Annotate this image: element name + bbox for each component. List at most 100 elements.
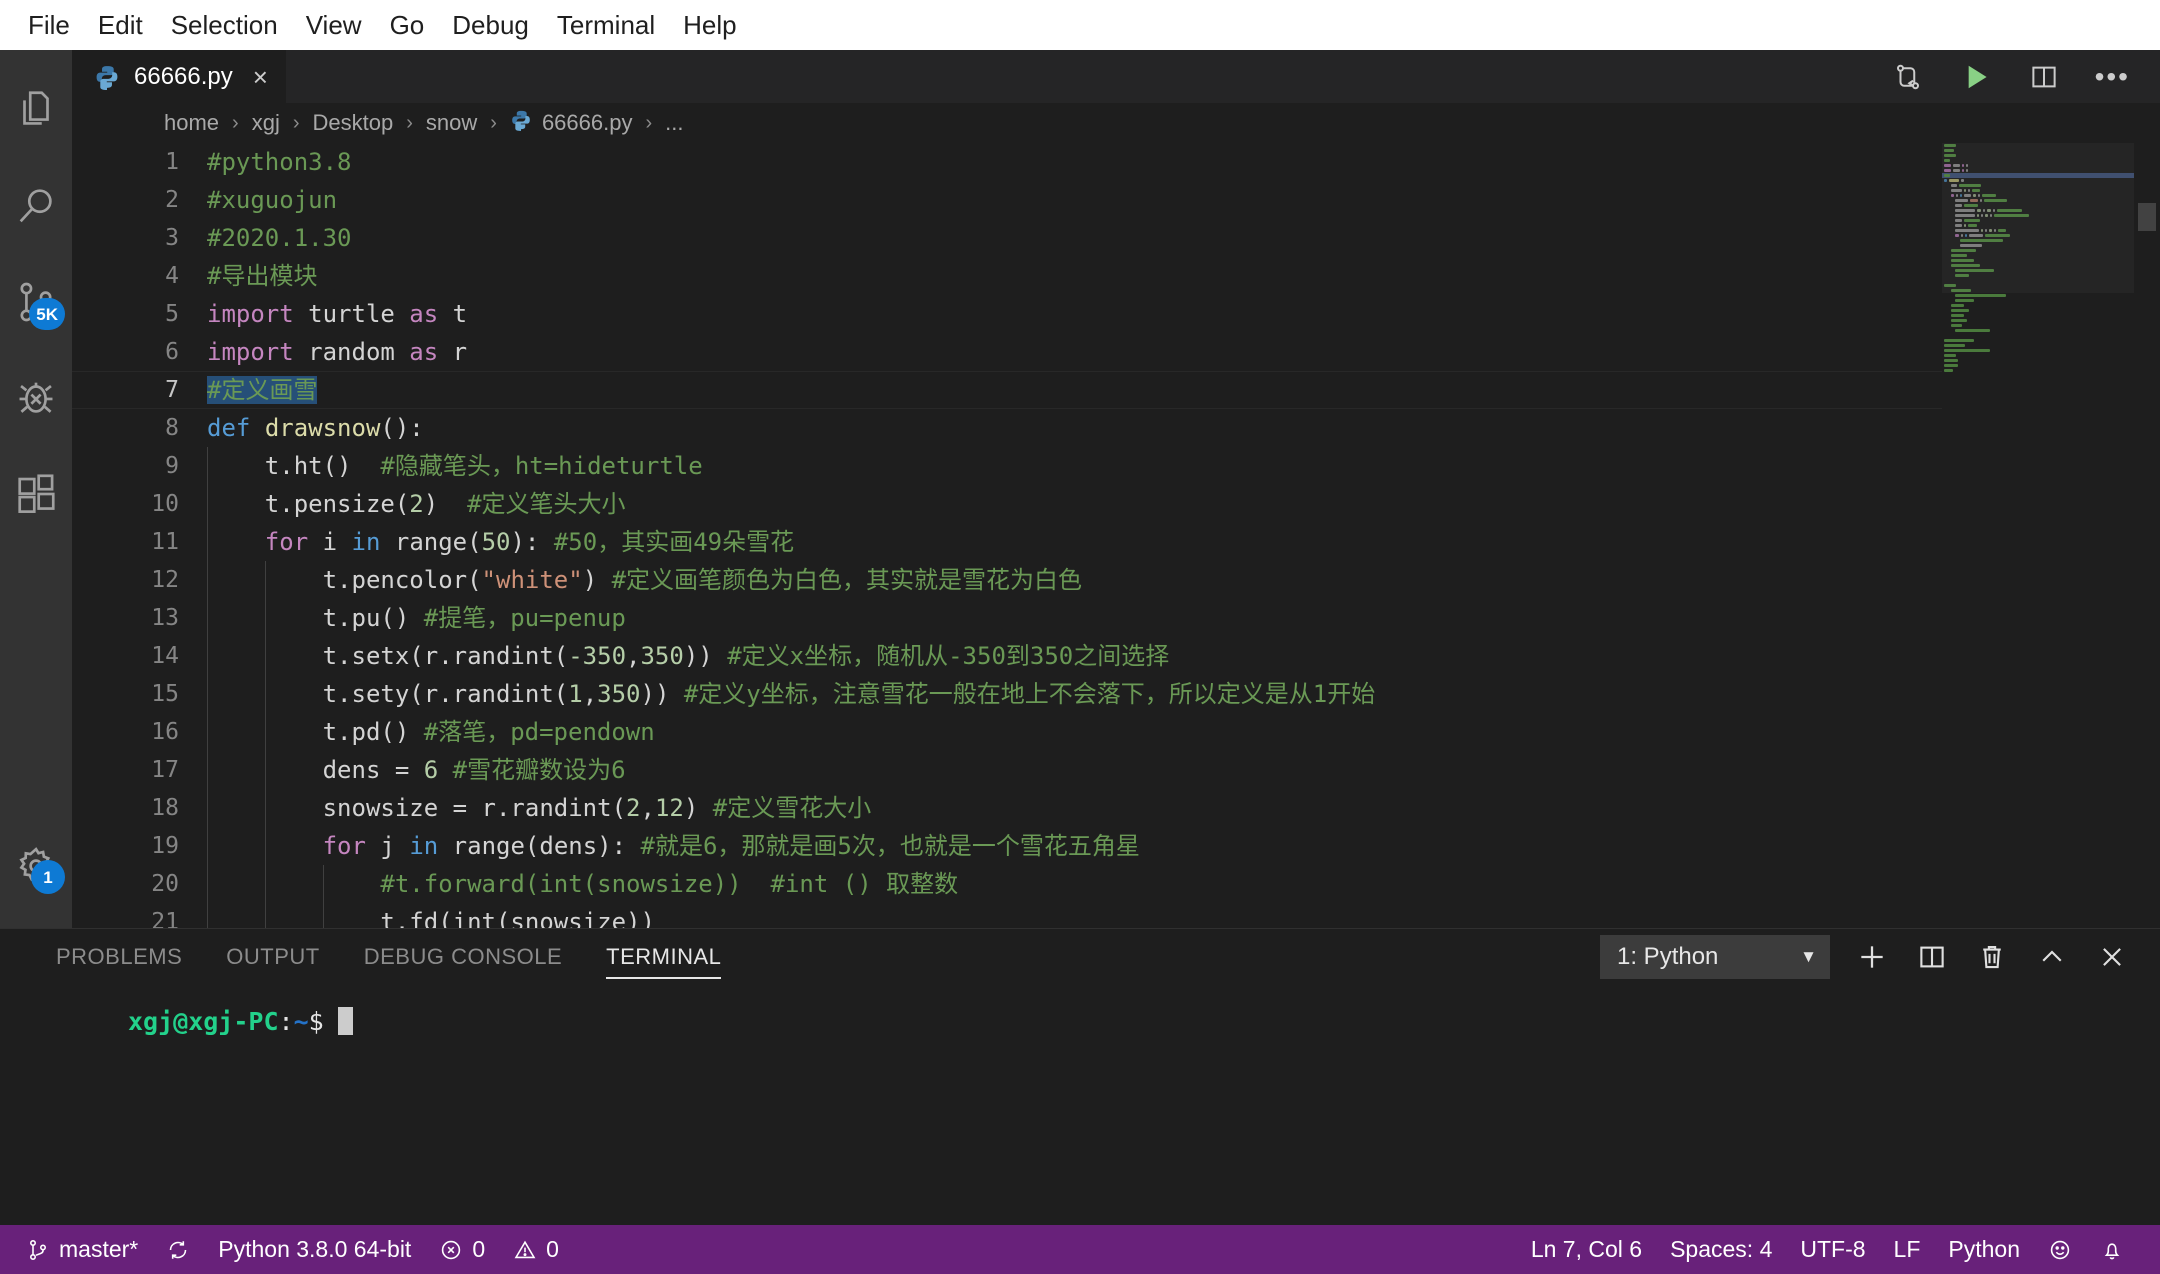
minimap-indent — [1944, 309, 1949, 312]
code-token: in — [351, 528, 381, 556]
kill-terminal-icon[interactable] — [1974, 939, 2010, 975]
indent-guide — [207, 751, 208, 789]
code-line[interactable]: 17 dens = 6 #雪花瓣数设为6 — [72, 751, 2160, 789]
menu-item-view[interactable]: View — [292, 10, 376, 40]
status-item-sync[interactable] — [152, 1225, 204, 1274]
code-line[interactable]: 19 for j in range(dens): #就是6，那就是画5次，也就是… — [72, 827, 2160, 865]
minimap-token — [1944, 344, 1965, 347]
compare-changes-icon[interactable] — [1891, 60, 1925, 94]
code-token: ) — [582, 566, 612, 594]
code-token: snowsize = r.randint( — [207, 794, 627, 822]
terminal-output[interactable]: xgj@xgj-PC:~$ — [0, 985, 2160, 1225]
code-token: #定义画笔颜色为白色，其实就是雪花为白色 — [611, 566, 1083, 594]
maximize-panel-icon[interactable] — [2034, 939, 2070, 975]
panel-tabs: PROBLEMS OUTPUT DEBUG CONSOLE TERMINAL — [34, 929, 743, 985]
code-line[interactable]: 3 #2020.1.30 — [72, 219, 2160, 257]
status-item-feedback[interactable] — [2034, 1225, 2086, 1274]
code-token: t.fd(int(snowsize)) — [207, 908, 655, 928]
editor-tab-66666-py[interactable]: 66666.py × — [72, 50, 287, 103]
line-number: 9 — [165, 453, 179, 479]
code-line[interactable]: 18 snowsize = r.randint(2,12) #定义雪花大小 — [72, 789, 2160, 827]
panel-tab-terminal[interactable]: TERMINAL — [584, 929, 743, 985]
menu-item-terminal[interactable]: Terminal — [543, 10, 669, 40]
indent-guide — [207, 599, 208, 637]
code-line[interactable]: 6 import random as r — [72, 333, 2160, 371]
code-line-text: #2020.1.30 — [207, 219, 352, 257]
activitybar-item-explorer[interactable] — [0, 64, 72, 160]
menu-item-debug[interactable]: Debug — [438, 10, 543, 40]
code-line[interactable]: 13 t.pu() #提笔，pu=penup — [72, 599, 2160, 637]
code-line[interactable]: 12 t.pencolor("white") #定义画笔颜色为白色，其实就是雪花… — [72, 561, 2160, 599]
close-icon[interactable]: × — [253, 64, 268, 90]
code-line[interactable]: 1 #python3.8 — [72, 143, 2160, 181]
activitybar-item-search[interactable] — [0, 160, 72, 256]
code-token: t.setx(r.randint( — [207, 642, 569, 670]
minimap-token — [1944, 369, 1954, 372]
status-item-branch[interactable]: master* — [12, 1225, 152, 1274]
editor-scrollbar-thumb[interactable] — [2138, 203, 2156, 231]
code-lines[interactable]: 1 #python3.8 2 #xuguojun 3 #2020.1.30 4 #导出模块 5 i… — [72, 143, 2160, 928]
activitybar-item-extensions[interactable] — [0, 448, 72, 544]
activitybar-item-manage[interactable]: 1 — [0, 820, 72, 916]
run-file-icon[interactable] — [1959, 60, 1993, 94]
minimap-slider[interactable] — [1942, 143, 2134, 293]
code-line[interactable]: 16 t.pd() #落笔，pd=pendown — [72, 713, 2160, 751]
code-line[interactable]: 15 t.sety(r.randint(1,350)) #定义y坐标，注意雪花一… — [72, 675, 2160, 713]
menu-item-go[interactable]: Go — [376, 10, 439, 40]
breadcrumb-separator: › — [292, 111, 300, 134]
terminal-selector[interactable]: 1: Python ▼ — [1600, 935, 1830, 979]
breadcrumb-item-desktop[interactable]: Desktop — [311, 110, 396, 136]
split-editor-icon[interactable] — [2027, 60, 2061, 94]
status-item-warnings[interactable]: 0 — [499, 1225, 573, 1274]
code-line[interactable]: 2 #xuguojun — [72, 181, 2160, 219]
editor-scrollbar[interactable] — [2134, 143, 2160, 928]
code-line[interactable]: 21 t.fd(int(snowsize)) — [72, 903, 2160, 928]
menu-item-edit[interactable]: Edit — [84, 10, 157, 40]
status-item-encoding[interactable]: UTF-8 — [1786, 1225, 1879, 1274]
panel-tab-debug-console[interactable]: DEBUG CONSOLE — [342, 929, 584, 985]
code-line[interactable]: 9 t.ht() #隐藏笔头，ht=hideturtle — [72, 447, 2160, 485]
line-number: 11 — [151, 529, 179, 555]
status-item-language-mode[interactable]: Python — [1934, 1225, 2034, 1274]
status-item-eol[interactable]: LF — [1880, 1225, 1935, 1274]
activitybar-item-debug[interactable] — [0, 352, 72, 448]
more-actions-icon[interactable]: ••• — [2095, 62, 2130, 91]
menu-item-file[interactable]: File — [14, 10, 84, 40]
status-item-indentation[interactable]: Spaces: 4 — [1656, 1225, 1786, 1274]
menu-item-selection[interactable]: Selection — [157, 10, 292, 40]
breadcrumb-item-66666-py[interactable]: 66666.py — [508, 109, 635, 137]
minimap[interactable] — [1942, 143, 2134, 928]
code-token: )) — [640, 680, 684, 708]
status-item-notifications[interactable] — [2086, 1225, 2138, 1274]
breadcrumb-separator: › — [406, 111, 413, 134]
panel-tab-problems[interactable]: PROBLEMS — [34, 929, 204, 985]
code-line[interactable]: 5 import turtle as t — [72, 295, 2160, 333]
code-line[interactable]: 8 def drawsnow(): — [72, 409, 2160, 447]
breadcrumb-item-snow[interactable]: snow — [424, 110, 479, 136]
code-line[interactable]: 11 for i in range(50): #50，其实画49朵雪花 — [72, 523, 2160, 561]
split-terminal-icon[interactable] — [1914, 939, 1950, 975]
code-line[interactable]: 14 t.setx(r.randint(-350,350)) #定义x坐标，随机… — [72, 637, 2160, 675]
code-line[interactable]: 10 t.pensize(2) #定义笔头大小 — [72, 485, 2160, 523]
code-token: drawsnow — [264, 414, 381, 442]
new-terminal-icon[interactable] — [1854, 939, 1890, 975]
breadcrumb-item--[interactable]: ... — [663, 110, 685, 136]
panel-tab-output[interactable]: OUTPUT — [204, 929, 341, 985]
status-item-errors[interactable]: 0 — [425, 1225, 499, 1274]
code-line[interactable]: 20 #t.forward(int(snowsize)) #int () 取整数 — [72, 865, 2160, 903]
breadcrumb-separator: › — [490, 111, 497, 134]
code-line[interactable]: 4 #导出模块 — [72, 257, 2160, 295]
status-item-python-version[interactable]: Python 3.8.0 64-bit — [204, 1225, 425, 1274]
minimap-indent — [1944, 329, 1953, 332]
activitybar-item-source-control[interactable]: 5K — [0, 256, 72, 352]
breadcrumb-item-label: 66666.py — [541, 110, 633, 135]
warning-icon — [513, 1238, 537, 1262]
status-item-cursor-position[interactable]: Ln 7, Col 6 — [1517, 1225, 1656, 1274]
close-panel-icon[interactable] — [2094, 939, 2130, 975]
breadcrumb-item-xgj[interactable]: xgj — [250, 110, 282, 136]
code-line-text: t.ht() #隐藏笔头，ht=hideturtle — [207, 447, 703, 485]
breadcrumb-item-home[interactable]: home — [162, 110, 221, 136]
menu-item-help[interactable]: Help — [669, 10, 750, 40]
code-line[interactable]: 7 #定义画雪 — [72, 371, 2160, 409]
